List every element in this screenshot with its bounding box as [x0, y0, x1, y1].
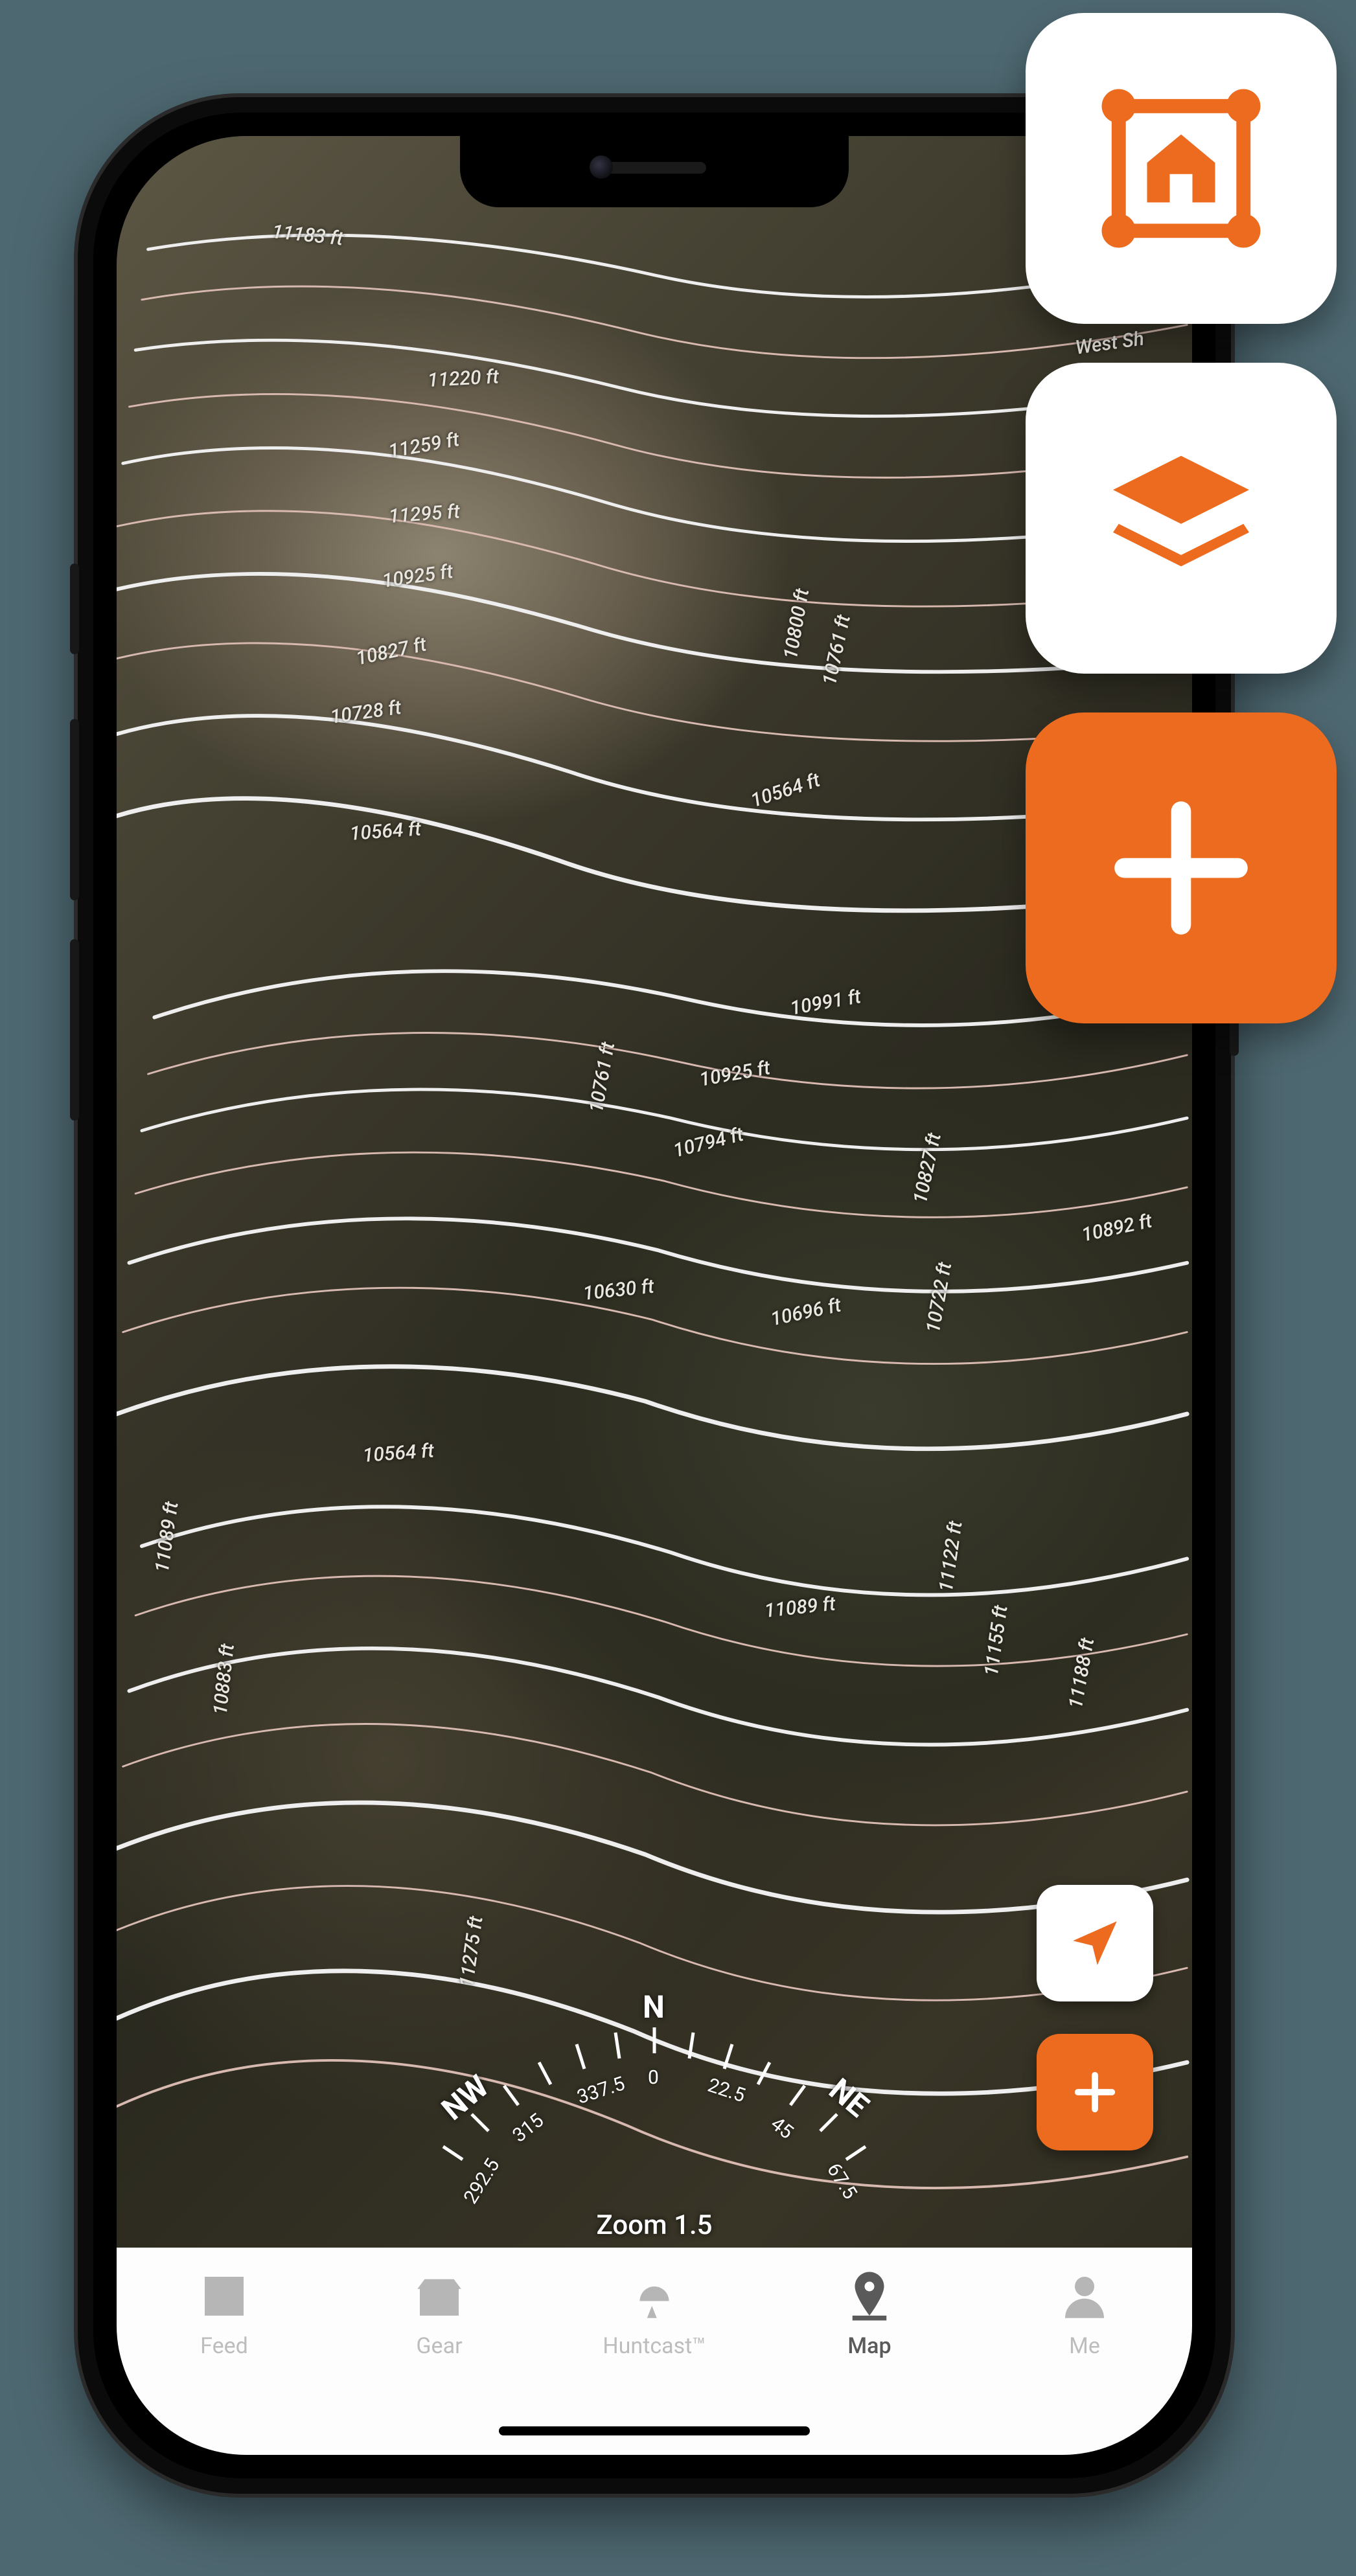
front-camera: [590, 155, 613, 179]
tab-me-label: Me: [1069, 2333, 1100, 2359]
mute-switch: [70, 564, 79, 654]
tab-gear-label: Gear: [416, 2333, 462, 2359]
map-mini-controls: [1037, 1885, 1153, 2150]
home-area-tool-button[interactable]: [1026, 13, 1337, 324]
tab-me[interactable]: Me: [1007, 2267, 1162, 2359]
tab-map-label: Map: [847, 2333, 891, 2359]
tab-feed-label: Feed: [200, 2333, 248, 2359]
home-area-tool-icon: [1090, 78, 1272, 259]
tab-huntcast-label: Huntcast™: [603, 2333, 706, 2359]
speaker-grill: [603, 162, 706, 174]
tab-gear[interactable]: Gear: [362, 2267, 517, 2359]
volume-up-button: [70, 719, 79, 900]
tab-map[interactable]: Map: [792, 2267, 947, 2359]
bottom-tab-bar: Feed Gear Huntcast™: [117, 2248, 1192, 2455]
layers-icon: [1090, 427, 1272, 609]
add-marker-button[interactable]: [1037, 2034, 1153, 2150]
locate-me-button[interactable]: [1037, 1885, 1153, 2001]
feed-icon: [195, 2267, 253, 2325]
profile-icon: [1055, 2267, 1114, 2325]
floating-map-controls: [1026, 13, 1337, 1023]
huntcast-icon: [625, 2267, 684, 2325]
tab-feed[interactable]: Feed: [146, 2267, 302, 2359]
layers-button[interactable]: [1026, 363, 1337, 674]
phone-notch: [460, 136, 849, 207]
elevation-label: 11220 ft: [427, 365, 500, 392]
plus-icon: [1090, 777, 1272, 959]
add-button[interactable]: [1026, 712, 1337, 1023]
home-indicator: [499, 2426, 810, 2435]
map-pin-icon: [840, 2267, 899, 2325]
location-arrow-icon: [1066, 1914, 1124, 1972]
tab-huntcast[interactable]: Huntcast™: [577, 2267, 732, 2359]
gear-icon: [410, 2267, 468, 2325]
volume-down-button: [70, 939, 79, 1121]
plus-icon: [1066, 2063, 1124, 2121]
